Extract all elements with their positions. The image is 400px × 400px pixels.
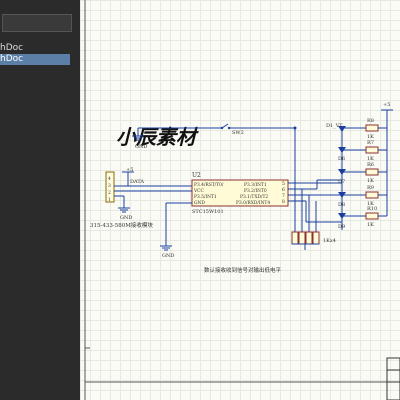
- resistor-pack-element[interactable]: [298, 231, 306, 245]
- led-ref: D7: [338, 179, 345, 185]
- ic-pin-label: VCC: [193, 189, 205, 194]
- project-tree-item[interactable]: hDoc: [0, 43, 70, 54]
- net-label: DATA: [130, 179, 144, 185]
- ic-pin-label: P3.1/TXD/T2: [240, 195, 268, 200]
- resistor-ref: R8: [367, 118, 374, 124]
- gnd-label: GND: [162, 253, 174, 259]
- project-panel: hDoc hDoc: [0, 0, 81, 400]
- connector-pin: 4: [108, 176, 111, 182]
- resistor-ref: R9: [367, 185, 374, 191]
- project-tree-item-selected[interactable]: hDoc: [0, 54, 70, 65]
- ic-pin-label: P3.3/INT1: [244, 183, 267, 188]
- ic-pin-label: P3.4/RST/T0/: [194, 183, 224, 188]
- gnd-label: GND: [120, 215, 132, 221]
- connector-caption: 315-433-580M接收模块: [90, 221, 153, 229]
- switch-contact: [220, 126, 224, 130]
- led-ref: D9: [338, 224, 345, 230]
- resistor-pack-element[interactable]: [291, 231, 299, 245]
- ic-part: STC15W101: [192, 209, 224, 215]
- power-label: +5: [383, 102, 390, 108]
- ic-pin-number: 8: [282, 199, 285, 205]
- circuit-note: 数认接收收到信号对输出低电平: [204, 266, 282, 274]
- connector-pin: 3: [108, 183, 111, 189]
- resistor[interactable]: [365, 212, 379, 220]
- ic-pin-label: P3.0/RXD/INT4: [236, 201, 270, 206]
- title-block: [386, 357, 400, 400]
- ic-pin-label: P3.2/INT0: [244, 189, 267, 194]
- ic-pin-label: P3.5/INT1: [194, 195, 217, 200]
- resistor[interactable]: [365, 168, 379, 176]
- connector-pin: 2: [108, 190, 111, 196]
- ic-ref: U2: [192, 172, 201, 179]
- ic-pin-label: GND: [194, 201, 205, 206]
- connector-pin: 1: [108, 197, 111, 203]
- resistor[interactable]: [365, 124, 379, 132]
- schematic-drawing: 小辰素材 GND SW2 +5 4 3 2 1 DATA GND 315-433…: [84, 0, 400, 400]
- led-ref: D1_VT: [326, 123, 343, 129]
- resistor-pack-label: 1Kx4: [323, 238, 336, 244]
- schematic-canvas[interactable]: 小辰素材 GND SW2 +5 4 3 2 1 DATA GND 315-433…: [80, 0, 400, 400]
- panel-search-input[interactable]: [2, 14, 72, 32]
- resistor-ref: R7: [367, 140, 374, 146]
- resistor[interactable]: [365, 191, 379, 199]
- resistor-ref: R10: [367, 206, 377, 212]
- resistor-ref: R6: [367, 162, 374, 168]
- ic-pin-number: 6: [282, 187, 285, 193]
- gnd-label: GND: [135, 144, 147, 150]
- resistor-pack-element[interactable]: [305, 231, 313, 245]
- ic-pin-number: 7: [282, 193, 285, 199]
- ic-pin-number: 5: [282, 181, 285, 187]
- watermark-text: 小辰素材: [116, 125, 199, 149]
- resistor[interactable]: [365, 146, 379, 154]
- resistor-pack-element[interactable]: [312, 231, 320, 245]
- resistor-value: 1K: [367, 222, 374, 228]
- led-ref: D6: [338, 156, 345, 162]
- led-ref: D8: [338, 202, 345, 208]
- switch-ref: SW2: [232, 130, 244, 136]
- junction: [293, 126, 297, 130]
- resistor-value: 1K: [367, 178, 374, 184]
